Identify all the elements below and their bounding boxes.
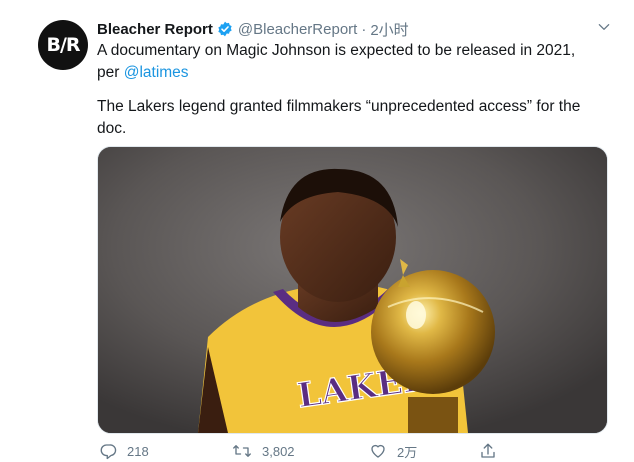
verified-badge-icon xyxy=(217,21,233,37)
like-button[interactable]: 2万 xyxy=(369,442,479,461)
retweet-button[interactable]: 3,802 xyxy=(232,442,369,460)
tweet-timestamp[interactable]: 2小时 xyxy=(370,19,408,40)
retweet-count: 3,802 xyxy=(262,443,295,459)
tweet-text-per: per xyxy=(97,64,124,81)
tweet-actions: 218 3,802 2万 xyxy=(97,440,537,462)
mention-link[interactable]: @latimes xyxy=(124,64,189,81)
avatar[interactable]: B/R xyxy=(38,20,88,70)
header-separator: · xyxy=(361,20,367,38)
author-handle[interactable]: @BleacherReport xyxy=(238,21,357,38)
reply-icon xyxy=(100,444,117,460)
heart-icon xyxy=(371,444,385,458)
retweet-icon xyxy=(233,445,251,457)
tweet-paragraph-2: The Lakers legend granted filmmakers “un… xyxy=(97,98,581,137)
tweet-image[interactable]: LAKERS xyxy=(97,146,608,434)
tweet-card[interactable]: B/R Bleacher Report @BleacherReport · 2小… xyxy=(0,0,634,462)
author-name[interactable]: Bleacher Report xyxy=(97,21,213,38)
more-options-chevron-down-icon[interactable] xyxy=(594,17,614,37)
reply-count: 218 xyxy=(127,443,149,459)
share-button[interactable] xyxy=(479,442,507,460)
reply-button[interactable]: 218 xyxy=(99,442,232,460)
tweet-text: A documentary on Magic Johnson is expect… xyxy=(97,40,612,140)
avatar-logo-text: B/R xyxy=(46,34,80,56)
tweet-text-line-1: A documentary on Magic Johnson is expect… xyxy=(97,42,576,59)
tweet-paragraph-1: A documentary on Magic Johnson is expect… xyxy=(97,40,612,84)
magic-johnson-trophy-photo: LAKERS xyxy=(98,147,607,433)
share-icon xyxy=(481,443,495,458)
like-count: 2万 xyxy=(397,444,418,460)
tweet-header: Bleacher Report @BleacherReport · 2小时 xyxy=(97,18,604,40)
